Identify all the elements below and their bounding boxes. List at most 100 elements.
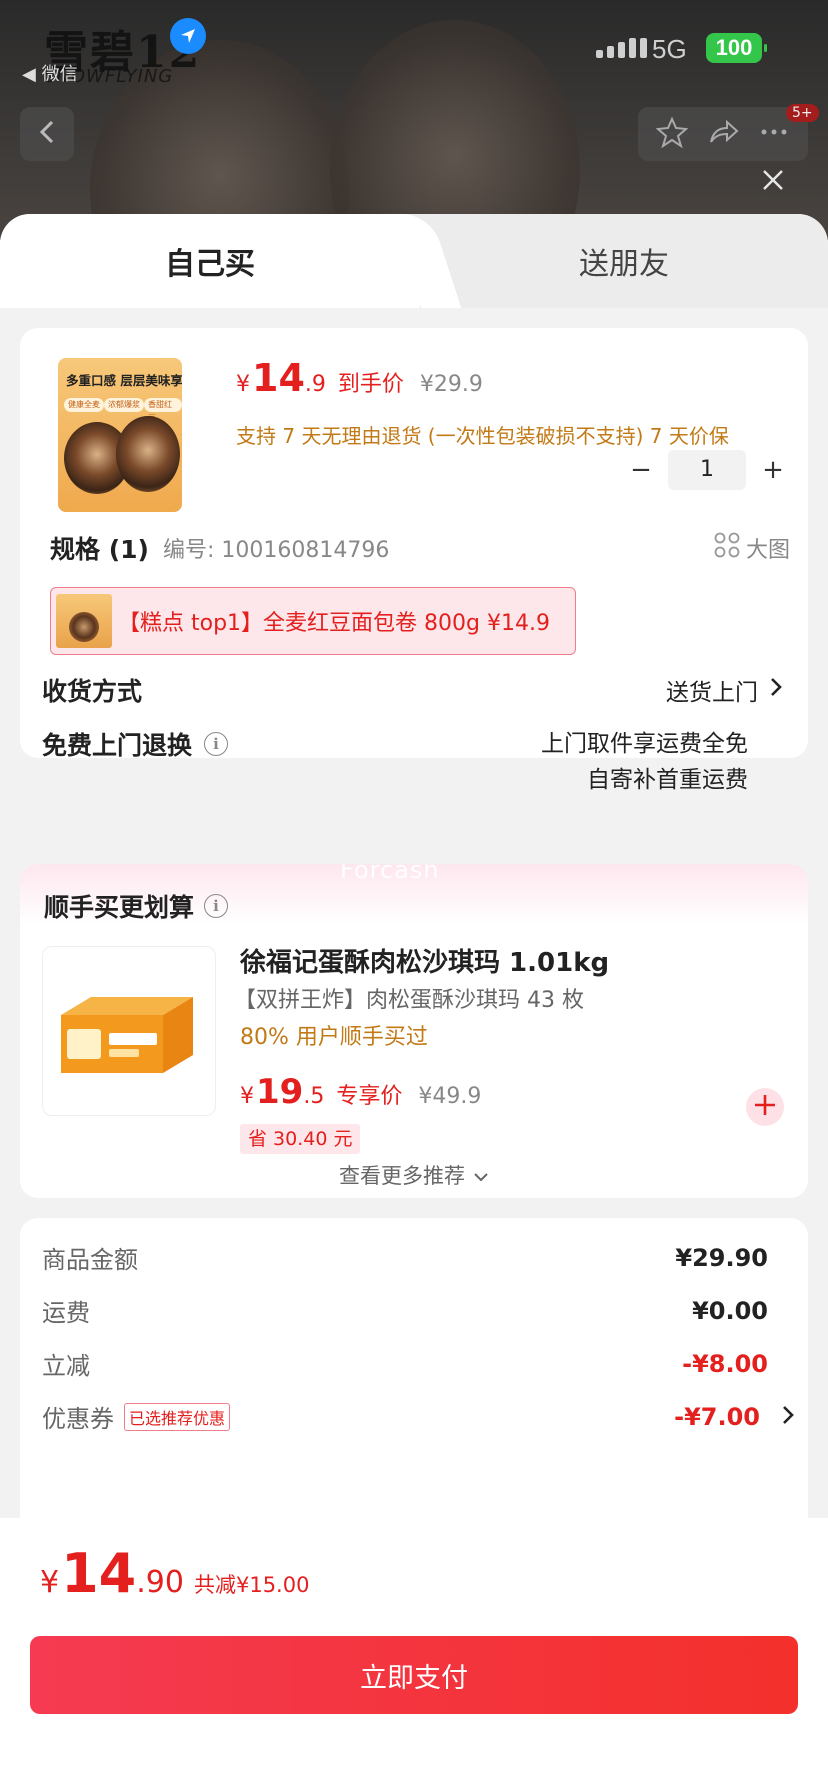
more-icon[interactable] xyxy=(758,116,790,152)
background-hero: 雪碧12 SNOWFLYING ◀ 微信 5G 100 5+ xyxy=(0,0,828,240)
tab-bar: 送朋友 自己买 xyxy=(0,214,828,308)
increase-quantity-button[interactable]: + xyxy=(756,455,790,485)
coupon-tag: 已选推荐优惠 xyxy=(124,1402,231,1431)
free-return-line-1: 上门取件享运费全免 xyxy=(541,731,748,757)
signal-icon xyxy=(596,38,647,58)
total-integer: 14 xyxy=(61,1542,137,1605)
total-decimal: .90 xyxy=(136,1565,184,1600)
summary-row-coupon[interactable]: 优惠券 已选推荐优惠 -¥7.00 xyxy=(42,1399,794,1434)
delivery-method-value: 送货上门 xyxy=(666,672,782,708)
bread-graphic xyxy=(116,416,180,492)
summary-row-subtotal: 商品金额 ¥29.90 xyxy=(42,1240,768,1275)
tab-gift-friend[interactable]: 送朋友 xyxy=(420,214,828,308)
quantity-stepper: − 1 + xyxy=(624,450,790,490)
close-button[interactable] xyxy=(756,165,790,199)
price-integer: 19 xyxy=(256,1072,304,1112)
delivery-method-row[interactable]: 收货方式 送货上门 xyxy=(42,672,782,708)
product-box-graphic xyxy=(61,997,193,1073)
big-image-label: 大图 xyxy=(745,538,790,563)
back-button[interactable] xyxy=(20,107,74,161)
plus-icon xyxy=(754,1094,776,1120)
big-image-toggle[interactable]: 大图 xyxy=(714,532,790,564)
addon-social-proof: 80% 用户顺手买过 xyxy=(240,1025,428,1050)
chevron-right-icon xyxy=(770,677,782,703)
return-policy: 支持 7 天无理由退货 (一次性包装破损不支持) 7 天价保 xyxy=(236,424,729,448)
currency-symbol: ¥ xyxy=(236,372,250,397)
spec-option-image xyxy=(56,594,112,648)
summary-row-shipping: 运费 ¥0.00 xyxy=(42,1293,768,1328)
info-icon[interactable]: i xyxy=(204,894,229,918)
addon-product-title[interactable]: 徐福记蛋酥肉松沙琪玛 1.01kg xyxy=(240,942,609,979)
summary-row-instant-discount: 立减 -¥8.00 xyxy=(42,1346,768,1381)
checkout-bar: ¥ 14 .90 共减¥15.00 立即支付 xyxy=(0,1518,828,1792)
decrease-quantity-button[interactable]: − xyxy=(624,455,658,485)
free-return-detail: 上门取件享运费全免 自寄补首重运费 xyxy=(541,726,748,798)
watermark: Forcash xyxy=(340,864,440,884)
info-icon[interactable]: i xyxy=(204,732,229,756)
star-icon[interactable] xyxy=(655,116,689,152)
delivery-method-text: 送货上门 xyxy=(666,680,758,706)
close-icon xyxy=(761,168,785,196)
product-image-tag: 香甜红豆 xyxy=(144,398,182,423)
addon-heading-text: 顺手买更划算 xyxy=(44,893,195,922)
price-label: 专享价 xyxy=(336,1084,403,1109)
product-image-tag: 健康全麦 xyxy=(64,398,104,412)
addon-product-image[interactable] xyxy=(42,946,216,1116)
product-image-caption: 多重口感 层层美味享不停 xyxy=(66,373,182,388)
addon-product-subtitle: 【双拼王炸】肉松蛋酥沙琪玛 43 枚 xyxy=(234,988,584,1013)
purchase-sheet: 送朋友 自己买 多重口感 层层美味享不停 健康全麦 浓郁爆浆 香甜红豆 ¥ 14… xyxy=(0,214,828,1792)
addon-heading: 顺手买更划算 i xyxy=(44,888,229,924)
summary-label: 运费 xyxy=(42,1299,90,1327)
delivery-method-label: 收货方式 xyxy=(42,677,143,706)
product-card: 多重口感 层层美味享不停 健康全麦 浓郁爆浆 香甜红豆 ¥ 14 .9 到手价 … xyxy=(20,328,808,793)
spec-title: 规格 (1) xyxy=(50,535,149,564)
more-recommendations-link[interactable]: 查看更多推荐 xyxy=(20,1160,808,1190)
original-price: ¥49.9 xyxy=(418,1084,482,1109)
product-code: 编号: 100160814796 xyxy=(162,538,390,563)
product-image-tag: 浓郁爆浆 xyxy=(104,398,144,412)
network-type: 5G xyxy=(652,34,687,64)
more-recommendations-label: 查看更多推荐 xyxy=(339,1164,465,1188)
spec-option-selected[interactable]: 【糕点 top1】全麦红豆面包卷 800g ¥14.9 xyxy=(50,587,576,655)
free-return-label: 免费上门退换 xyxy=(42,731,193,760)
price-label: 到手价 xyxy=(337,372,404,397)
currency-symbol: ¥ xyxy=(40,1565,60,1600)
battery-indicator: 100 xyxy=(706,33,767,63)
summary-value: ¥0.00 xyxy=(692,1296,768,1325)
quantity-input[interactable]: 1 xyxy=(668,450,746,490)
back-to-app-link[interactable]: ◀ 微信 xyxy=(22,60,78,86)
message-count-badge: 5+ xyxy=(786,104,819,122)
nav-actions xyxy=(638,107,808,161)
spec-option-label: 【糕点 top1】全麦红豆面包卷 800g ¥14.9 xyxy=(118,611,550,636)
tab-buy-self[interactable]: 自己买 xyxy=(0,214,420,308)
addon-price: ¥ 19 .5 专享价 ¥49.9 xyxy=(240,1072,481,1112)
free-return-row: 免费上门退换 i 上门取件享运费全免 自寄补首重运费 xyxy=(42,726,782,798)
price-integer: 14 xyxy=(252,356,305,400)
status-bar: 雪碧12 SNOWFLYING ◀ 微信 5G 100 xyxy=(0,0,828,100)
product-image[interactable]: 多重口感 层层美味享不停 健康全麦 浓郁爆浆 香甜红豆 xyxy=(58,358,182,512)
currency-symbol: ¥ xyxy=(240,1084,254,1109)
summary-value: -¥7.00 xyxy=(674,1402,760,1431)
price-decimal: .5 xyxy=(303,1084,325,1109)
savings-badge: 省 30.40 元 xyxy=(240,1124,361,1154)
add-addon-button[interactable] xyxy=(746,1088,784,1126)
addon-card: Forcash 顺手买更划算 i 徐福记蛋酥肉松沙琪玛 1.01kg 【双拼王炸… xyxy=(20,864,808,1198)
spec-header: 规格 (1) 编号: 100160814796 大图 xyxy=(50,528,790,568)
price-decimal: .9 xyxy=(304,372,326,397)
total-price: ¥ 14 .90 共减¥15.00 xyxy=(40,1542,309,1605)
summary-value: ¥29.90 xyxy=(675,1243,768,1272)
summary-label: 商品金额 xyxy=(42,1246,138,1274)
grid-icon xyxy=(714,532,740,564)
share-icon[interactable] xyxy=(707,116,739,152)
free-return-line-2: 自寄补首重运费 xyxy=(587,767,748,793)
summary-value: -¥8.00 xyxy=(682,1349,768,1378)
summary-label: 优惠券 xyxy=(42,1405,114,1433)
chevron-right-icon xyxy=(782,1403,794,1431)
original-price: ¥29.9 xyxy=(419,372,483,397)
pay-now-button[interactable]: 立即支付 xyxy=(30,1636,798,1714)
location-arrow-icon xyxy=(170,18,206,54)
chevron-down-icon xyxy=(473,1163,489,1187)
summary-label: 立减 xyxy=(42,1352,90,1380)
chevron-left-icon xyxy=(38,119,56,149)
product-price: ¥ 14 .9 到手价 ¥29.9 xyxy=(236,356,483,400)
